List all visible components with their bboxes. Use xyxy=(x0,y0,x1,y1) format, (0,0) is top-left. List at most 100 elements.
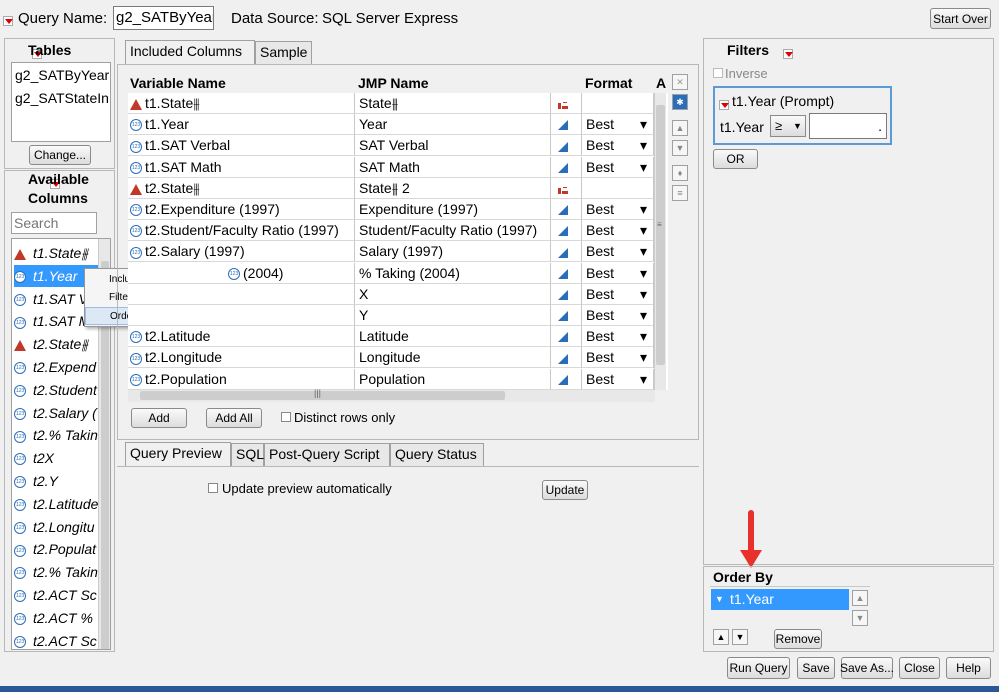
filter-prompt-menu-icon[interactable] xyxy=(719,99,729,110)
table-item[interactable]: g2_SATStateIn xyxy=(15,90,109,106)
variable-name-cell[interactable]: 123 t2.Salary (1997) xyxy=(128,241,355,263)
save-as-button[interactable]: Save As... xyxy=(840,657,894,679)
chevron-down-icon[interactable]: ▾ xyxy=(640,305,647,325)
format-cell[interactable] xyxy=(582,93,654,114)
start-over-button[interactable]: Start Over xyxy=(930,8,991,29)
format-cell[interactable]: Best ▾ xyxy=(582,305,654,326)
grid-row[interactable]: 123 t2.Latitude Latitude Best ▾ xyxy=(128,326,654,348)
variable-name-cell[interactable]: t2.State⫵ xyxy=(128,177,355,199)
modeling-type-cell[interactable] xyxy=(551,283,582,305)
available-column-item[interactable]: 123 t2.Salary ( xyxy=(14,402,109,424)
format-cell[interactable]: Best ▾ xyxy=(582,326,654,348)
tab-query-status[interactable]: Query Status xyxy=(390,443,484,466)
move-order-up-icon[interactable]: ▲ xyxy=(713,629,729,645)
variable-name-cell[interactable]: 123 t2.Student/Faculty Ratio (1997) xyxy=(128,220,355,242)
chevron-down-icon[interactable]: ▾ xyxy=(640,157,647,177)
included-columns-grid[interactable]: Variable Name JMP Name Format A t1.State… xyxy=(128,72,668,390)
modeling-type-cell[interactable] xyxy=(551,135,582,157)
change-table-button[interactable]: Change... xyxy=(29,145,91,165)
available-column-item[interactable]: 123 t2.Y xyxy=(14,470,109,492)
col-header-jmp-name[interactable]: JMP Name xyxy=(358,75,429,91)
available-column-item[interactable]: 123 t2.Longitu xyxy=(14,516,109,538)
query-name-menu-icon[interactable] xyxy=(3,15,13,26)
grid-row[interactable]: 123 t2.Student/Faculty Ratio (1997) Studen… xyxy=(128,220,654,242)
grid-row[interactable]: 123 t2.Population Population Best ▾ xyxy=(128,368,654,390)
or-button[interactable]: OR xyxy=(713,149,758,169)
chevron-down-icon[interactable]: ▾ xyxy=(640,199,647,219)
grid-vertical-scrollbar[interactable]: ≡ xyxy=(654,93,666,390)
grid-row[interactable]: 123 (2004)% Taking (2004) Best ▾ xyxy=(128,262,654,284)
close-button[interactable]: Close xyxy=(899,657,940,679)
format-cell[interactable]: Best ▾ xyxy=(582,283,654,305)
distinct-rows-checkbox[interactable] xyxy=(281,412,291,422)
chevron-down-icon[interactable]: ▾ xyxy=(640,284,647,304)
tab-sql[interactable]: SQL xyxy=(231,443,264,466)
modeling-type-cell[interactable] xyxy=(551,241,582,263)
properties-icon[interactable]: ≡ xyxy=(672,185,688,201)
shuffle-icon[interactable]: ✱ xyxy=(672,94,688,110)
available-column-item[interactable]: 123 t2.ACT % xyxy=(14,607,109,629)
col-header-format[interactable]: Format xyxy=(585,75,632,91)
variable-name-cell[interactable]: t1.State⫵ xyxy=(128,93,355,114)
remove-column-icon[interactable]: ✕ xyxy=(672,74,688,90)
available-column-item[interactable]: 123 t2.Populat xyxy=(14,538,109,560)
table-item[interactable]: g2_SATByYear xyxy=(15,67,109,83)
jmp-name-cell[interactable]: Salary (1997) xyxy=(355,241,551,263)
format-cell[interactable]: Best ▾ xyxy=(582,241,654,263)
grid-row[interactable]: 123 t2.Longitude Longitude Best ▾ xyxy=(128,347,654,369)
chevron-down-icon[interactable]: ▾ xyxy=(640,369,647,389)
jmp-name-cell[interactable]: SAT Verbal xyxy=(355,135,551,157)
grid-horizontal-scrollbar[interactable]: ||| xyxy=(128,388,655,402)
col-header-a[interactable]: A xyxy=(656,75,666,91)
available-column-item[interactable]: t1.State⫵ xyxy=(14,242,109,264)
variable-name-cell[interactable]: 123 t1.Year xyxy=(128,114,355,136)
variable-name-cell[interactable] xyxy=(128,283,355,305)
format-cell[interactable] xyxy=(582,177,654,199)
format-cell[interactable]: Best ▾ xyxy=(582,156,654,178)
chevron-down-icon[interactable]: ▾ xyxy=(640,347,647,367)
query-name-input[interactable]: g2_SATByYear xyxy=(113,6,214,30)
add-all-button[interactable]: Add All xyxy=(206,408,262,428)
modeling-type-cell[interactable] xyxy=(551,93,582,114)
grid-row[interactable]: 123 t1.SAT Verbal SAT Verbal Best ▾ xyxy=(128,135,654,157)
sort-ascending-icon[interactable]: ▼ xyxy=(715,589,724,610)
modeling-type-cell[interactable] xyxy=(551,220,582,242)
move-order-down-icon[interactable]: ▼ xyxy=(732,629,748,645)
format-cell[interactable]: Best ▾ xyxy=(582,347,654,369)
format-cell[interactable]: Best ▾ xyxy=(582,135,654,157)
order-up-icon[interactable]: ▲ xyxy=(852,590,868,606)
jmp-name-cell[interactable]: Population xyxy=(355,368,551,390)
available-column-item[interactable]: 123 t2.ACT Sc xyxy=(14,584,109,606)
jmp-name-cell[interactable]: X xyxy=(355,283,551,305)
modeling-type-cell[interactable] xyxy=(551,114,582,136)
format-cell[interactable]: Best ▾ xyxy=(582,199,654,220)
modeling-type-cell[interactable] xyxy=(551,347,582,369)
variable-name-cell[interactable]: 123 t1.SAT Math xyxy=(128,156,355,178)
chevron-down-icon[interactable]: ▾ xyxy=(640,114,647,134)
modeling-type-cell[interactable] xyxy=(551,368,582,390)
inverse-checkbox[interactable] xyxy=(713,68,723,78)
format-cell[interactable]: Best ▾ xyxy=(582,368,654,390)
filter-operator-select[interactable]: ≥ ▼ xyxy=(770,115,806,137)
jmp-name-cell[interactable]: Expenditure (1997) xyxy=(355,199,551,220)
jmp-name-cell[interactable]: Latitude xyxy=(355,326,551,348)
modeling-type-cell[interactable] xyxy=(551,262,582,284)
move-up-icon[interactable]: ▲ xyxy=(672,120,688,136)
available-column-item[interactable]: 123 t2.% Takin xyxy=(14,424,109,446)
grid-row[interactable]: 123 t2.Expenditure (1997) Expenditure (199… xyxy=(128,199,654,220)
tab-sample[interactable]: Sample xyxy=(255,41,312,64)
chevron-down-icon[interactable]: ▾ xyxy=(640,263,647,283)
available-column-item[interactable]: 123 t2.ACT Sc xyxy=(14,630,109,649)
grid-row[interactable]: X Best ▾ xyxy=(128,283,654,305)
jmp-name-cell[interactable]: Year xyxy=(355,114,551,136)
jmp-name-cell[interactable]: SAT Math xyxy=(355,156,551,178)
help-button[interactable]: Help xyxy=(946,657,991,679)
format-cell[interactable]: Best ▾ xyxy=(582,114,654,136)
format-cell[interactable]: Best ▾ xyxy=(582,220,654,242)
variable-name-cell[interactable]: 123 t2.Expenditure (1997) xyxy=(128,199,355,220)
available-column-item[interactable]: 123 t2.% Takin xyxy=(14,561,109,583)
jmp-name-cell[interactable]: State⫵ 2 xyxy=(355,177,551,199)
modeling-type-cell[interactable] xyxy=(551,305,582,326)
grid-row[interactable]: 123 t1.SAT Math SAT Math Best ▾ xyxy=(128,156,654,178)
variable-name-cell[interactable]: 123 t1.SAT Verbal xyxy=(128,135,355,157)
